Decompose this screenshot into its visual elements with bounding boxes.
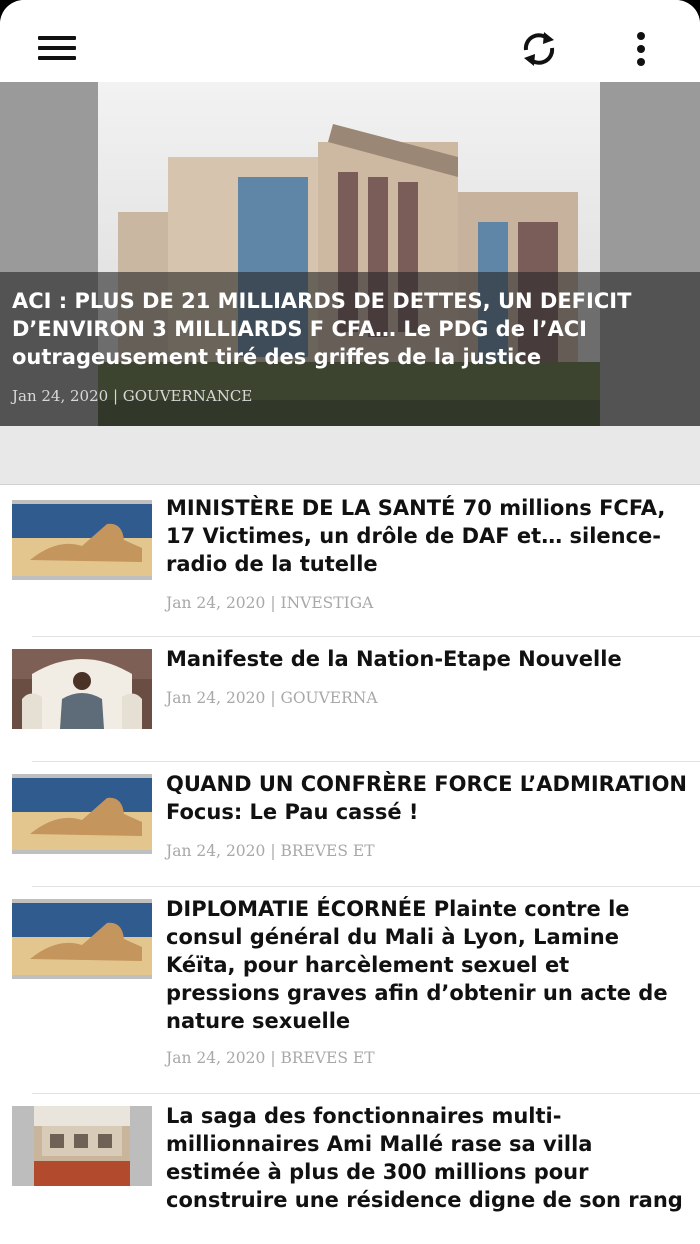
refresh-button[interactable] <box>512 24 566 74</box>
more-vertical-icon <box>637 32 645 40</box>
list-item[interactable]: Manifeste de la Nation-Etape Nouvelle Ja… <box>0 637 700 761</box>
more-options-button[interactable] <box>616 24 666 74</box>
sphinx-thumbnail <box>12 500 152 580</box>
villa-construction-thumbnail <box>12 1106 152 1186</box>
sphinx-thumbnail <box>12 899 152 979</box>
article-title: Manifeste de la Nation-Etape Nouvelle <box>166 647 622 671</box>
man-in-armchair-thumbnail <box>12 649 152 729</box>
article-title: La saga des fonctionnaires multi-million… <box>166 1104 683 1212</box>
article-meta: Jan 24, 2020 | BREVES ET <box>166 1049 375 1067</box>
list-item[interactable]: La saga des fonctionnaires multi-million… <box>0 1094 700 1244</box>
list-item[interactable]: MINISTÈRE DE LA SANTÉ 70 millions FCFA, … <box>0 486 700 636</box>
app-bar <box>0 0 700 83</box>
article-meta: Jan 24, 2020 | GOUVERNA <box>166 689 378 707</box>
news-app-screen: ACI : PLUS DE 21 MILLIARDS DE DETTES, UN… <box>0 0 700 1244</box>
article-title: DIPLOMATIE ÉCORNÉE Plainte contre le con… <box>166 897 668 1033</box>
sphinx-thumbnail <box>12 774 152 854</box>
hamburger-menu-icon <box>38 36 76 40</box>
article-title: MINISTÈRE DE LA SANTÉ 70 millions FCFA, … <box>166 496 666 576</box>
more-vertical-icon <box>637 58 645 66</box>
list-item[interactable]: DIPLOMATIE ÉCORNÉE Plainte contre le con… <box>0 887 700 1093</box>
article-title: QUAND UN CONFRÈRE FORCE L’ADMIRATION Foc… <box>166 772 688 824</box>
article-meta: Jan 24, 2020 | INVESTIGA <box>166 594 374 612</box>
menu-button[interactable] <box>30 22 84 72</box>
featured-article-meta: Jan 24, 2020 | GOUVERNANCE <box>12 387 253 405</box>
refresh-icon <box>523 32 555 66</box>
article-meta: Jan 24, 2020 | BREVES ET <box>166 842 375 860</box>
list-item[interactable]: QUAND UN CONFRÈRE FORCE L’ADMIRATION Foc… <box>0 762 700 886</box>
more-vertical-icon <box>637 45 645 53</box>
featured-article-title: ACI : PLUS DE 21 MILLIARDS DE DETTES, UN… <box>12 289 632 369</box>
featured-article[interactable]: ACI : PLUS DE 21 MILLIARDS DE DETTES, UN… <box>0 82 700 426</box>
hamburger-menu-icon <box>38 56 76 60</box>
hamburger-menu-icon <box>38 46 76 50</box>
section-spacer <box>0 426 700 485</box>
